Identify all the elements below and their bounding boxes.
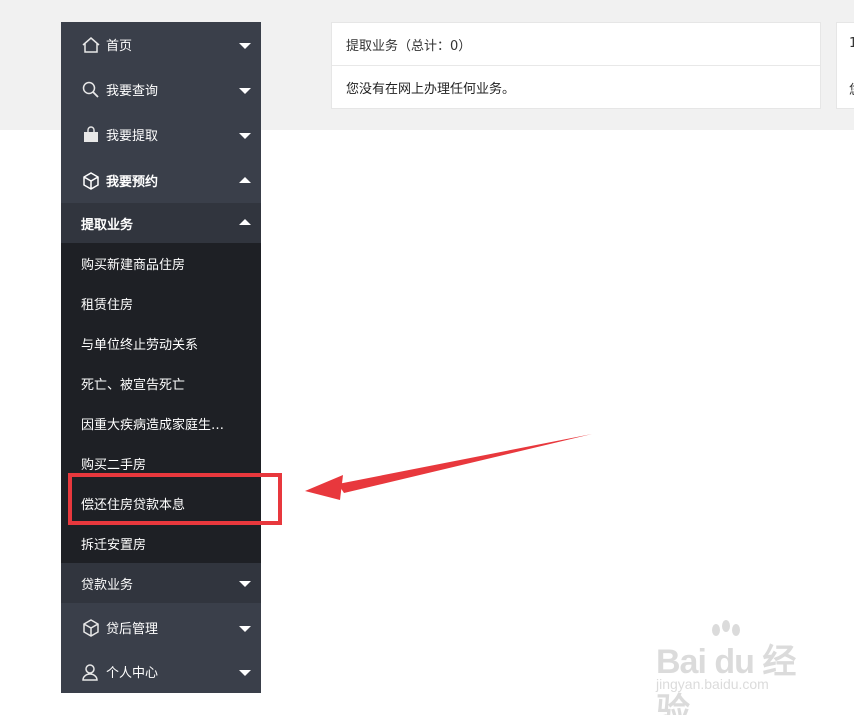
watermark-brand: Bai du 经验 (656, 643, 796, 715)
baidu-jingyan-watermark: Bai du 经验 jingyan.baidu.com (650, 620, 820, 715)
watermark-url: jingyan.baidu.com (656, 676, 769, 692)
annotation-arrow (305, 434, 592, 500)
